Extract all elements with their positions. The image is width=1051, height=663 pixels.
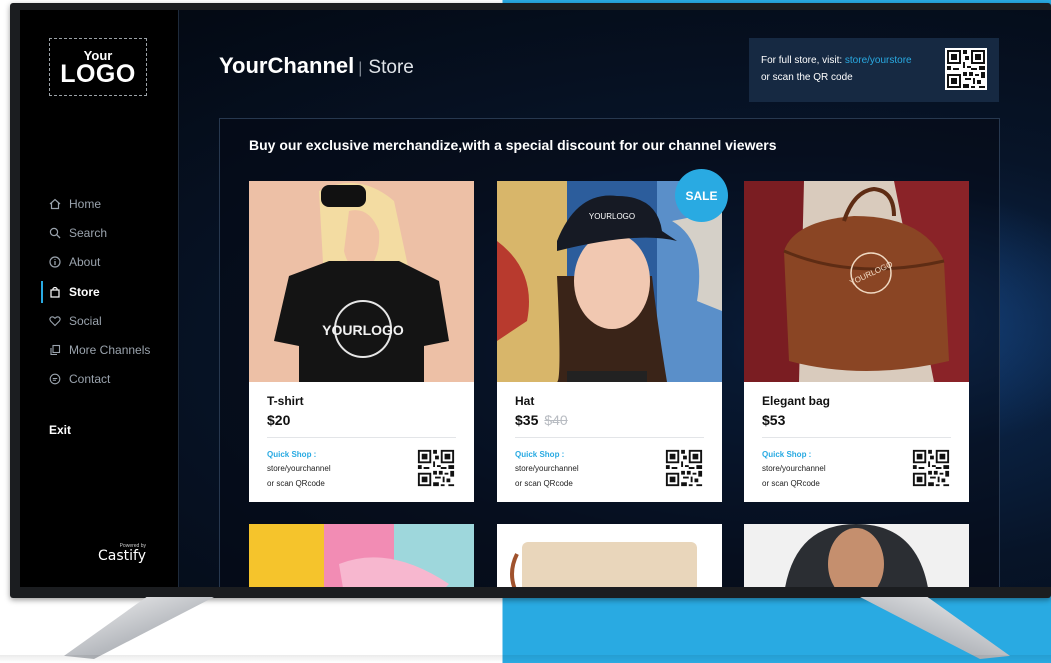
info-icon [49, 256, 61, 268]
castify-logo: Castify [98, 548, 146, 564]
channel-name: YourChannel [219, 53, 355, 78]
page-title: YourChannel | Store [219, 53, 414, 79]
product-card-partial[interactable] [744, 524, 969, 587]
copy-icon [49, 344, 61, 356]
product-image-bag: YOURLOGO [744, 181, 969, 382]
home-icon [49, 198, 61, 210]
chat-icon [49, 373, 61, 385]
sidebar-item-label: Contact [69, 372, 111, 387]
sidebar-item-label: Home [69, 196, 102, 211]
card-divider [762, 437, 951, 438]
product-card[interactable]: YOURLOGO Elegant bag $53 Quick Shop : st… [744, 181, 969, 502]
product-price: $35 $40 [515, 412, 568, 428]
sidebar-item-label: More Channels [69, 343, 151, 358]
sidebar-item-contact[interactable]: Contact [41, 365, 178, 394]
svg-text:YOURLOGO: YOURLOGO [322, 322, 404, 338]
product-card-partial[interactable] [497, 524, 722, 587]
card-divider [515, 437, 704, 438]
sidebar-item-more-channels[interactable]: More Channels [41, 335, 178, 364]
quick-shop-scan-text: or scan QRcode [267, 479, 325, 488]
sidebar-item-label: Search [69, 225, 108, 240]
qr-code-icon [911, 448, 951, 488]
sidebar-item-home[interactable]: Home [41, 189, 178, 218]
store-visit-prefix: For full store, visit: [761, 55, 845, 66]
card-divider [267, 437, 456, 438]
sidebar-item-social[interactable]: Social [41, 306, 178, 335]
current-price: $20 [267, 412, 291, 428]
tv-screen: Your LOGO Home Search About Store Social… [20, 10, 1051, 587]
product-name: Hat [515, 394, 535, 408]
product-card[interactable]: YOURLOGO Hat $35 $40 Quick Shop : store/y… [497, 181, 722, 502]
quick-shop-url: store/yourchannel [515, 464, 579, 473]
store-link[interactable]: store/yourstore [845, 55, 912, 66]
qr-code-icon [664, 448, 704, 488]
exit-button[interactable]: Exit [49, 423, 71, 437]
quick-shop-scan-text: or scan QRcode [515, 479, 573, 488]
sidebar-item-label: Store [69, 284, 100, 299]
sidebar: Your LOGO Home Search About Store Social… [20, 10, 179, 587]
sale-badge: SALE [675, 169, 728, 222]
product-name: T-shirt [267, 394, 304, 408]
old-price: $40 [544, 412, 568, 428]
bag-icon [49, 286, 61, 298]
product-card[interactable]: YOURLOGO T-shirt $20 Quick Shop : store/… [249, 181, 474, 502]
product-price: $20 [267, 412, 290, 428]
store-info-box: For full store, visit: store/yourstore o… [749, 38, 999, 102]
current-price: $53 [762, 412, 786, 428]
sidebar-nav: Home Search About Store Social More Chan… [41, 189, 178, 394]
section-name: Store [368, 57, 414, 78]
sidebar-item-label: About [69, 255, 101, 270]
product-name: Elegant bag [762, 394, 831, 408]
logo-big-text: LOGO [60, 59, 136, 88]
floor-shadow [0, 655, 1051, 663]
qr-code-icon [416, 448, 456, 488]
quick-shop-label: Quick Shop : [515, 450, 565, 459]
quick-shop-scan-text: or scan QRcode [762, 479, 820, 488]
quick-shop-url: store/yourchannel [762, 464, 826, 473]
title-separator: | [358, 60, 363, 77]
qr-code-icon [945, 48, 987, 90]
sidebar-item-store[interactable]: Store [41, 277, 178, 306]
heart-icon [49, 315, 61, 327]
tv-stand-left [64, 597, 214, 659]
search-icon [49, 227, 61, 239]
svg-text:YOURLOGO: YOURLOGO [589, 212, 635, 221]
tv-stand-right [860, 597, 1010, 659]
quick-shop-label: Quick Shop : [267, 450, 317, 459]
sidebar-item-label: Social [69, 313, 102, 328]
powered-by: Powered by Castify [98, 543, 146, 563]
sidebar-item-about[interactable]: About [41, 248, 178, 277]
product-card-partial[interactable] [249, 524, 474, 587]
quick-shop-label: Quick Shop : [762, 450, 812, 459]
product-price: $53 [762, 412, 785, 428]
product-image-tshirt: YOURLOGO [249, 181, 474, 382]
quick-shop-url: store/yourchannel [267, 464, 331, 473]
store-headline: Buy our exclusive merchandize,with a spe… [249, 137, 777, 153]
current-price: $35 [515, 412, 539, 428]
channel-logo: Your LOGO [49, 38, 147, 96]
sidebar-item-search[interactable]: Search [41, 218, 178, 247]
